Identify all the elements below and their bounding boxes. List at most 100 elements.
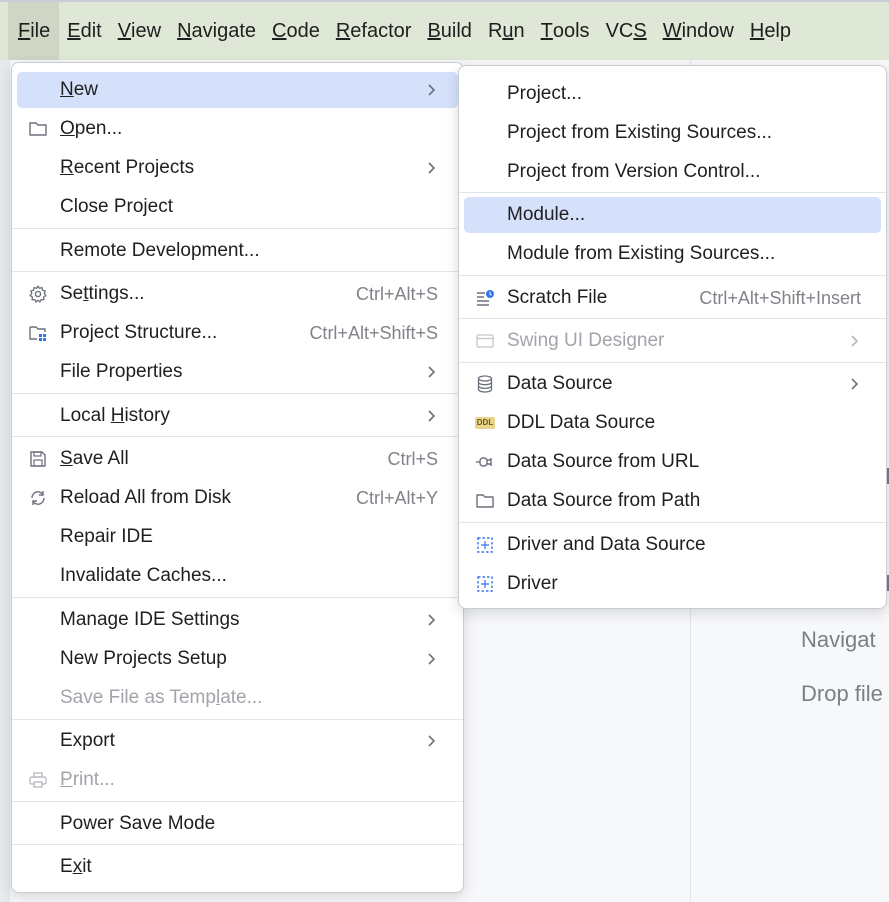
label-text: istory: [124, 405, 170, 426]
item-label: Scratch File: [507, 287, 608, 308]
label-text: pen...: [74, 118, 123, 139]
file-properties-item[interactable]: File Properties: [17, 354, 458, 390]
chevron-right-icon: [428, 653, 436, 665]
menu-label: elp: [764, 19, 792, 42]
mnemonic: W: [662, 19, 682, 42]
menu-separator: [459, 318, 886, 319]
plug-icon: [475, 452, 495, 472]
menu-code[interactable]: Code: [264, 2, 328, 60]
gear-icon: [28, 284, 48, 304]
new-data-source-url-item[interactable]: Data Source from URL: [464, 444, 881, 480]
menu-window[interactable]: Window: [655, 2, 742, 60]
label-text: Save File as Temp: [60, 687, 216, 708]
menu-run[interactable]: Run: [480, 2, 533, 60]
file-export-item[interactable]: Export: [17, 723, 458, 759]
ddl-file-icon: DDL: [474, 413, 496, 433]
item-label: File Properties: [60, 361, 183, 382]
folder-icon: [28, 119, 48, 139]
ddl-badge: DDL: [474, 417, 496, 429]
file-local-history-item[interactable]: Local History: [17, 398, 458, 434]
label-text: ave All: [72, 448, 129, 469]
chevron-right-icon: [851, 335, 859, 347]
file-save-all-item[interactable]: Save All Ctrl+S: [17, 441, 458, 477]
file-recent-projects-item[interactable]: Recent Projects: [17, 150, 458, 186]
menu-separator: [459, 192, 886, 193]
item-label: Project from Version Control...: [507, 161, 761, 182]
item-label: Print...: [60, 769, 115, 791]
mnemonic: B: [427, 19, 441, 42]
file-project-structure-item[interactable]: Project Structure... Ctrl+Alt+Shift+S: [17, 315, 458, 351]
item-label: New Projects Setup: [60, 648, 227, 669]
file-new-item[interactable]: New: [17, 72, 458, 108]
item-label: Recent Projects: [60, 157, 194, 179]
menu-file[interactable]: File: [8, 2, 60, 60]
new-project-version-control-item[interactable]: Project from Version Control...: [464, 154, 881, 190]
shortcut-label: Ctrl+Alt+Shift+Insert: [699, 287, 861, 308]
file-exit-item[interactable]: Exit: [17, 849, 458, 885]
menu-tools[interactable]: Tools: [533, 2, 598, 60]
menu-vcs[interactable]: VC S: [598, 2, 655, 60]
new-module-item[interactable]: Module...: [464, 197, 881, 233]
new-project-item[interactable]: Project...: [464, 76, 881, 112]
new-ddl-data-source-item[interactable]: DDL DDL Data Source: [464, 405, 881, 441]
file-settings-item[interactable]: Settings... Ctrl+Alt+S: [17, 276, 458, 312]
mnemonic: V: [117, 19, 132, 42]
shortcut-label: Ctrl+Alt+S: [355, 283, 438, 304]
menu-separator: [459, 362, 886, 363]
menu-label: dit: [80, 19, 102, 42]
menu-navigate[interactable]: Navigate: [169, 2, 264, 60]
file-power-save-mode-item[interactable]: Power Save Mode: [17, 806, 458, 842]
label-text: Local: [60, 405, 111, 426]
menu-separator: [12, 801, 463, 802]
menu-help[interactable]: Help: [742, 2, 799, 60]
item-label: Settings...: [60, 283, 145, 305]
file-save-as-template-item: Save File as Template...: [17, 680, 458, 716]
window-form-icon: [475, 331, 495, 351]
new-driver-and-data-source-item[interactable]: Driver and Data Source: [464, 527, 881, 563]
menu-view[interactable]: View: [110, 2, 169, 60]
menu-refactor[interactable]: Refactor: [328, 2, 420, 60]
item-label: Save File as Template...: [60, 687, 262, 709]
menu-separator: [12, 719, 463, 720]
menu-label: efactor: [350, 19, 412, 42]
item-label: Module from Existing Sources...: [507, 243, 776, 264]
file-open-item[interactable]: Open...: [17, 111, 458, 147]
label-text: ew: [73, 79, 99, 100]
file-new-projects-setup-item[interactable]: New Projects Setup: [17, 641, 458, 677]
new-driver-item[interactable]: Driver: [464, 566, 881, 602]
file-manage-ide-settings-item[interactable]: Manage IDE Settings: [17, 602, 458, 638]
menu-label: VC: [605, 19, 634, 42]
menu-build[interactable]: Build: [419, 2, 479, 60]
label-text: Close Pro: [60, 196, 144, 217]
new-project-existing-sources-item[interactable]: Project from Existing Sources...: [464, 115, 881, 151]
new-data-source-path-item[interactable]: Data Source from Path: [464, 483, 881, 519]
database-icon: [475, 374, 495, 394]
menu-separator: [12, 844, 463, 845]
mnemonic: F: [18, 19, 31, 42]
printer-icon: [28, 770, 48, 790]
label-text: Se: [60, 283, 84, 304]
item-label: Export: [60, 730, 115, 751]
item-label: Module...: [507, 204, 586, 225]
mnemonic: N: [60, 79, 74, 100]
file-close-project-item[interactable]: Close Project: [17, 189, 458, 225]
mnemonic: S: [633, 19, 647, 42]
file-invalidate-caches-item[interactable]: Invalidate Caches...: [17, 558, 458, 594]
file-reload-all-item[interactable]: Reload All from Disk Ctrl+Alt+Y: [17, 480, 458, 516]
label-text: tings...: [88, 283, 145, 304]
menu-separator: [459, 275, 886, 276]
shortcut-label: Ctrl+Alt+Shift+S: [309, 322, 438, 343]
file-remote-development-item[interactable]: Remote Development...: [17, 233, 458, 269]
menu-label: uild: [440, 19, 472, 42]
item-label: Driver: [507, 573, 558, 594]
item-label: Local History: [60, 405, 170, 427]
item-label: Data Source from Path: [507, 490, 701, 511]
file-repair-ide-item[interactable]: Repair IDE: [17, 519, 458, 555]
item-label: Driver and Data Source: [507, 534, 706, 555]
menu-edit[interactable]: Edit: [59, 2, 109, 60]
driver-icon: [475, 574, 495, 594]
new-module-existing-sources-item[interactable]: Module from Existing Sources...: [464, 236, 881, 272]
new-scratch-file-item[interactable]: Scratch File Ctrl+Alt+Shift+Insert: [464, 280, 881, 316]
shortcut-label: Ctrl+Alt+Y: [355, 487, 438, 508]
new-data-source-item[interactable]: Data Source: [464, 366, 881, 402]
